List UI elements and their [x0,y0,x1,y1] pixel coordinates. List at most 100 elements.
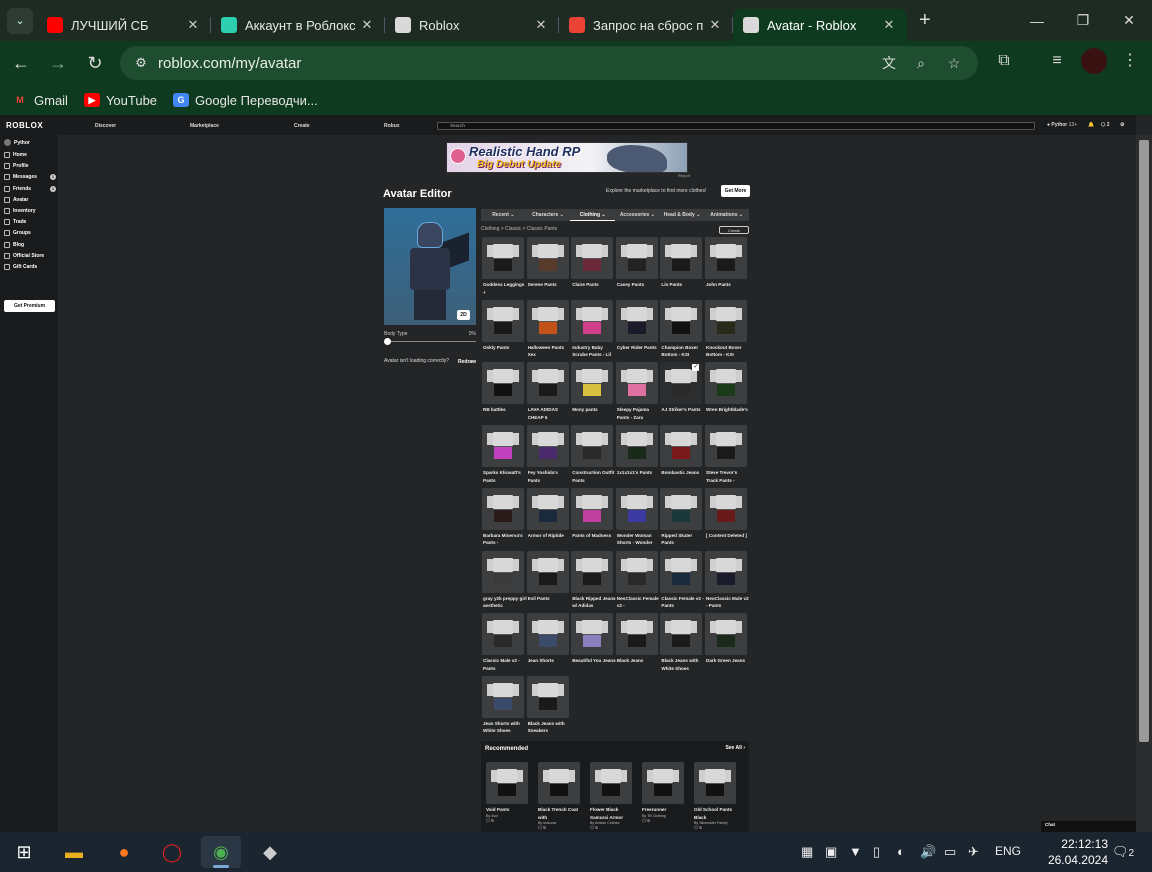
avatar-item-card[interactable]: NeoClassic Male v2 - Pants [705,550,749,609]
sidebar-item-gift-cards[interactable]: Gift Cards [4,264,56,270]
network-icon[interactable]: ▭ [944,844,956,860]
avatar-item-card[interactable]: Knockout Boxer Bottom - KSI [705,299,748,358]
avatar-item-card[interactable]: LAVA ADIDAS CHEAP 5 [526,362,570,420]
minimize-button[interactable]: — [1014,0,1060,41]
avatar-item-card[interactable]: Pants of Madness [571,487,614,546]
roblox-logo[interactable]: ROBLOX [6,121,43,130]
url-text[interactable]: roblox.com/my/avatar [158,55,301,72]
recommended-item-card[interactable]: Black Trench Coat with By ukisuow ⬡ 5 [538,762,582,832]
tray-app-icon-2[interactable]: ▣ [825,844,837,860]
recommended-item-card[interactable]: Flower Black Samurai Armor By Artisan Clo… [590,762,634,832]
profile-avatar[interactable] [1081,48,1107,74]
close-tab-icon[interactable]: ✕ [533,17,549,33]
back-button[interactable]: ← [5,47,37,79]
avatar-item-card[interactable]: Dark Green Jeans [705,613,748,671]
site-info-icon[interactable]: ⚙ [126,55,156,71]
tray-battery-icon[interactable]: ▯ [873,844,880,860]
translate-icon[interactable]: 文 [878,52,900,74]
bookmark-star-icon[interactable]: ☆ [943,52,965,74]
roblox-search-input[interactable]: Search [437,122,1035,130]
browser-tab[interactable]: Avatar - Roblox ✕ [733,9,907,41]
avatar-item-card[interactable]: Lin Pants [660,237,703,295]
sidebar-user[interactable]: Pythor [4,139,30,146]
header-user[interactable]: ● Pythor 13+ [1047,122,1077,128]
avatar-item-card[interactable]: Goddess Leggings + [482,237,525,295]
browser-tab[interactable]: Запрос на сброс па ✕ [559,9,733,41]
address-bar[interactable]: ⚙ roblox.com/my/avatar 文 ⌕ ☆ [120,46,978,80]
airplane-icon[interactable]: ✈ [968,844,979,860]
avatar-item-card[interactable]: Black Ripped Jeans w/ Adidas [571,550,616,609]
tab-accessories[interactable]: Accessories ⌄ [615,209,660,221]
forward-button[interactable]: → [42,47,74,79]
tab-characters[interactable]: Characters ⌄ [526,209,571,221]
avatar-item-card[interactable]: gray y2k preppy girl aesthetic [482,550,527,609]
avatar-item-card[interactable]: Wonder Woman Shorts - Wonder [615,487,659,546]
slider-knob[interactable] [384,338,391,345]
sidebar-item-groups[interactable]: Groups [4,230,56,237]
avatar-item-card[interactable]: Evil Pants [526,550,570,609]
avatar-item-card[interactable]: Classic Female v2 - Pants [660,550,704,609]
toggle-2d-button[interactable]: 2D [457,310,470,320]
avatar-item-card[interactable]: Cyber Rider Pants [615,299,659,358]
avatar-item-card[interactable]: Oskly Pants [482,299,525,358]
avatar-item-card[interactable]: Beautiful You Jeans [571,613,616,671]
close-window-button[interactable]: ✕ [1106,0,1152,41]
browser-tab[interactable]: ЛУЧШИЙ СБ ✕ [37,9,211,41]
report-ad-link[interactable]: Report [678,173,690,178]
opera-icon[interactable]: ◯ [152,836,192,868]
avatar-preview[interactable] [384,208,476,325]
avatar-item-card[interactable]: Fey Yoshida's Pants [526,425,570,483]
bookmark-gmail[interactable]: M Gmail [12,93,68,108]
chrome-icon[interactable]: ◉ [201,836,241,868]
sidebar-item-blog[interactable]: Blog [4,241,56,248]
avatar-item-card[interactable]: Jean Shorts with White Shoes [482,675,525,734]
sidebar-item-official-store[interactable]: Official Store [4,252,56,259]
close-tab-icon[interactable]: ✕ [359,17,375,33]
sidebar-item-trade[interactable]: Trade [4,219,56,226]
see-all-link[interactable]: See All › [725,745,745,751]
avatar-item-card[interactable]: Black Jeans with White Shoes [660,613,703,671]
avatar-item-card[interactable]: Bombastic Jeans [660,425,703,483]
avatar-item-card[interactable]: Casey Pants [615,237,659,295]
tab-animations[interactable]: Animations ⌄ [704,209,749,221]
avatar-item-card[interactable]: Classic Male v2 - Pants [482,613,525,671]
nav-discover[interactable]: Discover [95,123,116,129]
avatar-item-card[interactable]: John Pants [705,237,748,295]
advertisement-banner[interactable]: Realistic Hand RP Big Debut Update [446,142,688,173]
tray-app-icon[interactable]: ▦ [801,844,813,860]
avatar-item-card[interactable]: Champion Boxer Bottom - KSI [660,299,703,358]
extensions-icon[interactable]: ⧉ [990,47,1018,75]
avatar-item-card[interactable]: Serene Pants [526,237,570,295]
new-tab-button[interactable]: + [919,9,931,32]
sidebar-item-profile[interactable]: Profile [4,163,56,170]
scrollbar-thumb[interactable] [1139,140,1149,742]
avatar-item-card[interactable]: ✓ AJ Striker's Pants [660,362,703,420]
get-more-button[interactable]: Get More [721,185,750,197]
tray-sync-icon[interactable]: ◐ [897,844,905,859]
avatar-item-card[interactable]: Mony pants [571,362,614,420]
tab-head-body[interactable]: Head & Body ⌄ [660,209,705,221]
sidebar-item-friends[interactable]: Friends 1 [4,185,56,192]
avatar-item-card[interactable]: Sparks Klicwatt's Pants [482,425,525,483]
settings-gear-icon[interactable]: ⚙ [1120,122,1124,128]
avatar-item-card[interactable]: Jean Shorts [526,613,570,671]
tab-search-button[interactable]: ⌄ [7,7,33,34]
notification-center-icon[interactable]: 🗨2 [1112,844,1134,860]
close-tab-icon[interactable]: ✕ [881,17,897,33]
get-premium-button[interactable]: Get Premium [4,300,55,312]
sidebar-item-messages[interactable]: Messages 1 [4,174,56,181]
avatar-item-card[interactable]: Industry Baby Scrube Pants - Lil [571,299,614,358]
avatar-item-card[interactable]: NeoClassic Female v2 - [615,550,659,609]
recommended-item-card[interactable]: Void Pants By 4sol ⬡ 5 [486,762,530,832]
avatar-item-card[interactable]: Barbara Minerva's Pants - [482,487,525,546]
page-scrollbar[interactable] [1136,135,1152,832]
file-explorer-icon[interactable]: ▬ [54,836,94,868]
nav-create[interactable]: Create [294,123,310,129]
body-type-slider[interactable] [384,338,476,345]
robux-icon[interactable]: ⬡ 2 [1101,122,1110,128]
notifications-icon[interactable]: 🔔 [1088,122,1094,128]
avatar-item-card[interactable]: Halloween Pants Xex [526,299,570,358]
avatar-item-card[interactable]: Armor of Riptide [526,487,570,546]
avatar-item-card[interactable]: 1x1x1x1's Pants [615,425,659,483]
tab-clothing[interactable]: Clothing ⌄ [570,209,616,221]
